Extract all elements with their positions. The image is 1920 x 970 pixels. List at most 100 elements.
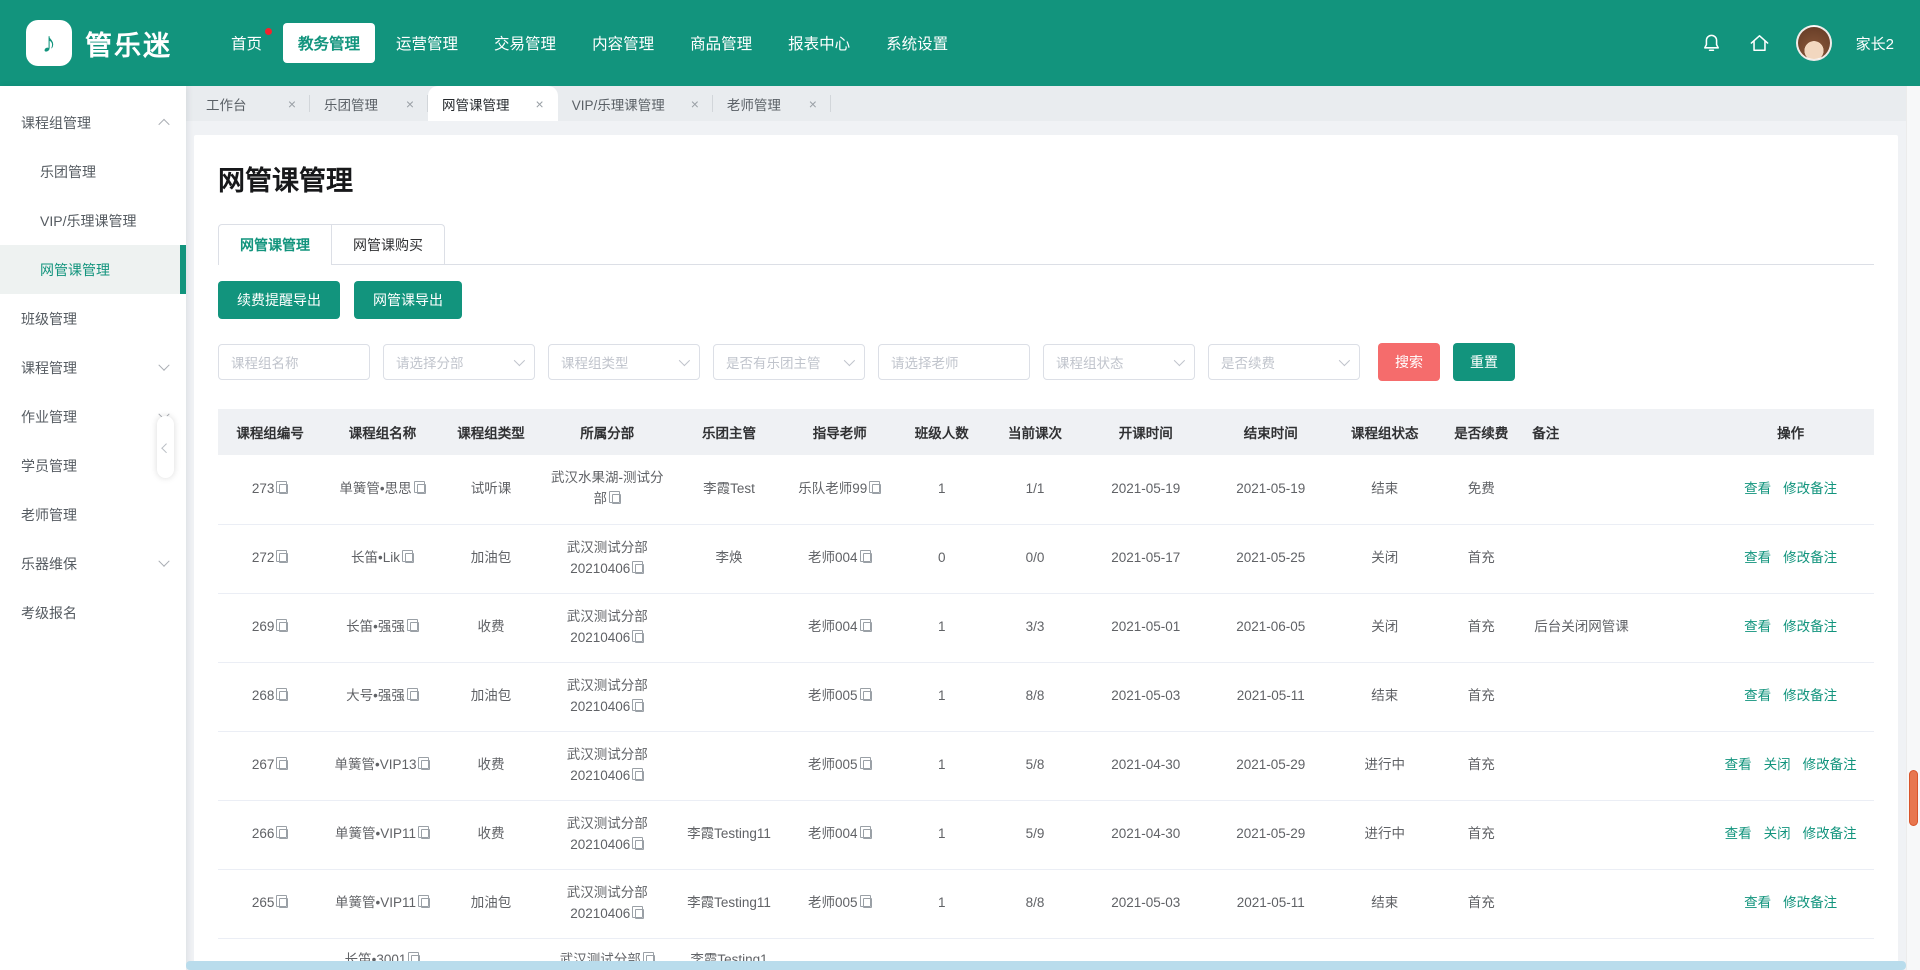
copy-icon[interactable] (417, 484, 426, 494)
sidebar-item[interactable]: 课程组管理 (0, 98, 186, 147)
copy-icon[interactable] (863, 829, 872, 839)
copy-icon[interactable] (635, 909, 644, 919)
topnav-item[interactable]: 教务管理 (283, 23, 375, 63)
close-tab-icon[interactable]: × (536, 96, 544, 112)
export-button[interactable]: 网管课导出 (354, 281, 462, 319)
copy-icon[interactable] (635, 564, 644, 574)
close-tab-icon[interactable]: × (691, 96, 699, 112)
cell-type: 试听课 (443, 455, 540, 524)
sidebar-item[interactable]: 网管课管理 (0, 245, 186, 294)
tabstrip-tab[interactable]: 工作台× (192, 86, 310, 121)
cell-start: 2021-04-30 (1083, 800, 1208, 869)
sidebar-item[interactable]: 考级报名 (0, 588, 186, 637)
topnav-item[interactable]: 商品管理 (675, 23, 767, 63)
close-tab-icon[interactable]: × (406, 96, 414, 112)
horizontal-scrollbar[interactable] (186, 961, 1906, 970)
copy-icon[interactable] (635, 771, 644, 781)
copy-icon[interactable] (863, 553, 872, 563)
copy-icon[interactable] (421, 829, 430, 839)
sidebar-item-label: 乐器维保 (21, 554, 160, 574)
copy-icon[interactable] (872, 484, 881, 494)
column-header: 课程组名称 (322, 409, 443, 455)
action-link[interactable]: 修改备注 (1803, 826, 1857, 841)
topnav-item[interactable]: 交易管理 (479, 23, 571, 63)
page-tab[interactable]: 网管课管理 (218, 224, 332, 264)
action-link[interactable]: 查看 (1744, 481, 1771, 496)
copy-icon[interactable] (863, 760, 872, 770)
copy-icon[interactable] (863, 898, 872, 908)
copy-icon[interactable] (279, 829, 288, 839)
copy-icon[interactable] (279, 760, 288, 770)
filter-select[interactable]: 课程组类型 (548, 344, 700, 380)
filter-input[interactable]: 请选择老师 (878, 344, 1030, 380)
topnav-item[interactable]: 报表中心 (773, 23, 865, 63)
sidebar-item[interactable]: 老师管理 (0, 490, 186, 539)
copy-icon[interactable] (279, 898, 288, 908)
action-link[interactable]: 修改备注 (1783, 619, 1837, 634)
action-link[interactable]: 修改备注 (1783, 550, 1837, 565)
sidebar-item[interactable]: 乐器维保 (0, 539, 186, 588)
copy-icon[interactable] (279, 622, 288, 632)
copy-icon[interactable] (410, 622, 419, 632)
filter-select[interactable]: 是否续费 (1208, 344, 1360, 380)
filter-select[interactable]: 课程组状态 (1043, 344, 1195, 380)
action-link[interactable]: 查看 (1725, 826, 1752, 841)
filter-select[interactable]: 请选择分部 (383, 344, 535, 380)
app-root: ♪ 管乐迷 首页教务管理运营管理交易管理内容管理商品管理报表中心系统设置 家长2… (0, 0, 1920, 970)
sidebar-collapse-handle[interactable] (157, 416, 174, 478)
topnav-item[interactable]: 系统设置 (871, 23, 963, 63)
copy-icon[interactable] (612, 494, 621, 504)
copy-icon[interactable] (421, 898, 430, 908)
vertical-scrollbar-thumb[interactable] (1909, 770, 1918, 826)
page-tab[interactable]: 网管课购买 (331, 224, 445, 264)
close-tab-icon[interactable]: × (288, 96, 296, 112)
copy-icon[interactable] (635, 702, 644, 712)
action-link[interactable]: 查看 (1744, 688, 1771, 703)
tabstrip-tab[interactable]: 老师管理× (713, 86, 831, 121)
sidebar-item[interactable]: 课程管理 (0, 343, 186, 392)
search-button[interactable]: 搜索 (1378, 343, 1440, 381)
filter-input[interactable]: 课程组名称 (218, 344, 370, 380)
action-link[interactable]: 修改备注 (1783, 895, 1837, 910)
action-link[interactable]: 查看 (1725, 757, 1752, 772)
sidebar-item[interactable]: 班级管理 (0, 294, 186, 343)
export-button[interactable]: 续费提醒导出 (218, 281, 340, 319)
topnav-item[interactable]: 首页 (216, 23, 277, 63)
action-link[interactable]: 修改备注 (1803, 757, 1857, 772)
reset-button[interactable]: 重置 (1453, 343, 1515, 381)
close-tab-icon[interactable]: × (809, 96, 817, 112)
copy-icon[interactable] (279, 484, 288, 494)
tabstrip-tab[interactable]: VIP/乐理课管理× (558, 86, 713, 121)
action-link[interactable]: 查看 (1744, 550, 1771, 565)
copy-icon[interactable] (421, 760, 430, 770)
bell-icon[interactable] (1700, 31, 1724, 55)
tabstrip-tab[interactable]: 乐团管理× (310, 86, 428, 121)
copy-icon[interactable] (405, 553, 414, 563)
copy-icon[interactable] (635, 633, 644, 643)
copy-icon[interactable] (863, 622, 872, 632)
tabstrip-tab[interactable]: 网管课管理× (428, 86, 558, 121)
vertical-scrollbar[interactable] (1906, 86, 1920, 970)
action-link[interactable]: 关闭 (1764, 757, 1791, 772)
user-name[interactable]: 家长2 (1856, 33, 1894, 54)
filter-select[interactable]: 是否有乐团主管 (713, 344, 865, 380)
action-link[interactable]: 关闭 (1764, 826, 1791, 841)
avatar[interactable] (1796, 25, 1832, 61)
action-link[interactable]: 修改备注 (1783, 688, 1837, 703)
action-link[interactable]: 查看 (1744, 619, 1771, 634)
copy-icon[interactable] (410, 691, 419, 701)
copy-icon[interactable] (279, 553, 288, 563)
topnav-item[interactable]: 内容管理 (577, 23, 669, 63)
cell-renew: 首充 (1436, 800, 1526, 869)
copy-icon[interactable] (863, 691, 872, 701)
topnav-item[interactable]: 运营管理 (381, 23, 473, 63)
brand[interactable]: ♪ 管乐迷 (26, 20, 172, 66)
sidebar-item[interactable]: 乐团管理 (0, 147, 186, 196)
home-icon[interactable] (1748, 31, 1772, 55)
action-link[interactable]: 查看 (1744, 895, 1771, 910)
top-header: ♪ 管乐迷 首页教务管理运营管理交易管理内容管理商品管理报表中心系统设置 家长2 (0, 0, 1920, 86)
action-link[interactable]: 修改备注 (1783, 481, 1837, 496)
copy-icon[interactable] (635, 840, 644, 850)
sidebar-item[interactable]: VIP/乐理课管理 (0, 196, 186, 245)
copy-icon[interactable] (279, 691, 288, 701)
